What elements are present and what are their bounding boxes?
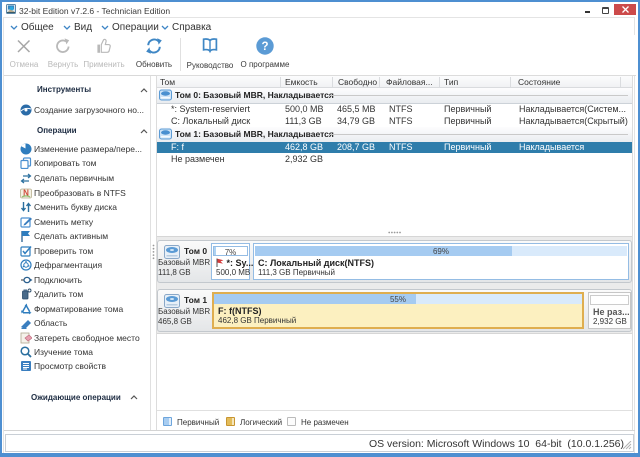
svg-text:?: ?	[261, 41, 268, 53]
svg-text:N: N	[23, 189, 29, 198]
